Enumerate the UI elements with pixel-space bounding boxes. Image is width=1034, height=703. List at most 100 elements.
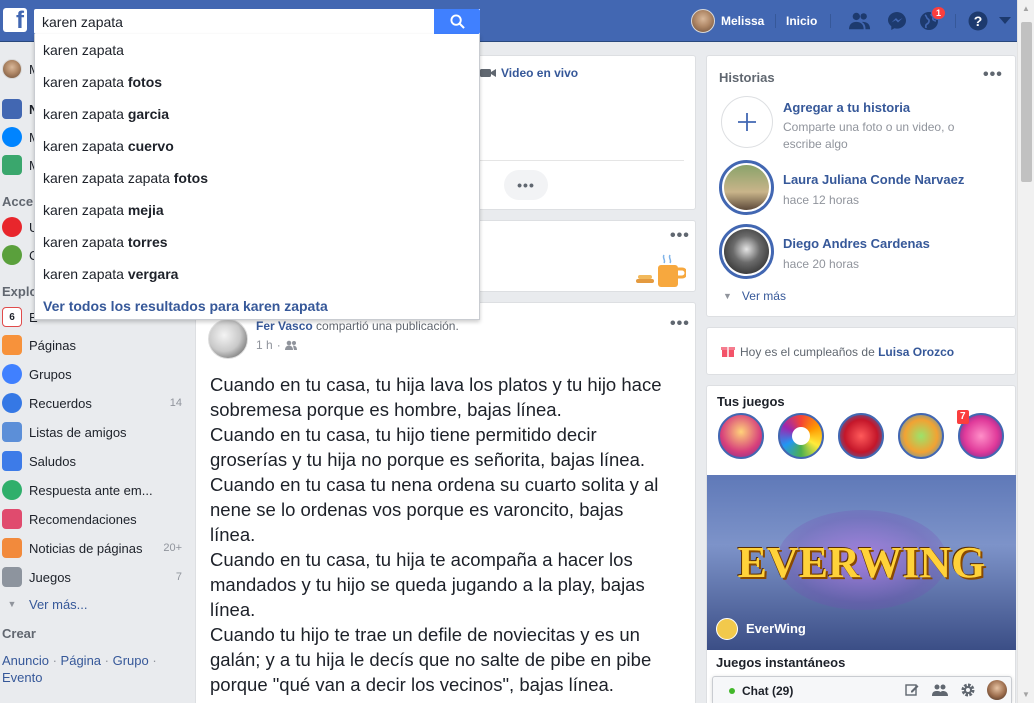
sidebar-item-friend-lists[interactable]: Listas de amigos: [2, 421, 182, 443]
sidebar-item-label: Páginas: [29, 337, 76, 353]
search-suggestion[interactable]: karen zapata mejia: [35, 194, 479, 226]
gear-icon[interactable]: [960, 682, 976, 698]
search-input[interactable]: [34, 9, 480, 34]
avatar: [691, 9, 715, 33]
add-to-story[interactable]: Agregar a tu historia Comparte una foto …: [719, 96, 983, 153]
recommendations-icon: [2, 509, 22, 529]
sidebar-item-label: Saludos: [29, 453, 76, 469]
stories-panel: Historias ••• Agregar a tu historia Comp…: [706, 55, 1016, 317]
compose-new-message-icon[interactable]: [905, 683, 919, 697]
create-event-link[interactable]: Evento: [2, 670, 42, 685]
story-item[interactable]: Diego Andres Cardenas hace 20 horas: [719, 224, 930, 279]
create-links: Anuncio · Página · Grupo · Evento: [2, 653, 157, 685]
sidebar-item-label: Grupos: [29, 366, 72, 382]
birthday-panel: Hoy es el cumpleaños de Luisa Orozco: [706, 327, 1016, 375]
scrollbar-thumb[interactable]: [1021, 22, 1032, 182]
more-dots-icon[interactable]: •••: [983, 66, 1003, 84]
sidebar-item-label: Noticias de páginas: [29, 540, 143, 556]
more-dots-icon[interactable]: •••: [670, 315, 690, 333]
search-suggestion[interactable]: karen zapata fotos: [35, 66, 479, 98]
game-icon[interactable]: [718, 413, 764, 459]
more-options-button[interactable]: •••: [504, 170, 548, 200]
game-icon: [716, 618, 738, 640]
search-suggestion[interactable]: karen zapata cuervo: [35, 130, 479, 162]
chat-bar[interactable]: Chat (29): [712, 676, 1012, 703]
game-icon[interactable]: [898, 413, 944, 459]
sidebar-item-groups[interactable]: Grupos: [2, 363, 182, 385]
more-dots-icon[interactable]: •••: [670, 227, 690, 245]
search-suggestion[interactable]: karen zapata torres: [35, 226, 479, 258]
see-all-results-link[interactable]: Ver todos los resultados para karen zapa…: [35, 290, 479, 322]
notifications-globe-icon[interactable]: 1: [918, 6, 946, 32]
featured-game-banner[interactable]: EVERWING EverWing: [707, 475, 1016, 650]
post-text-line: porque "qué van a decir los vecinos", ba…: [210, 674, 614, 695]
sidebar-item-crisis-response[interactable]: Respuesta ante em...: [2, 479, 182, 501]
sidebar-see-more[interactable]: ▼ Ver más...: [2, 593, 182, 615]
divider: [955, 14, 956, 28]
page-scrollbar[interactable]: ▲ ▼: [1017, 0, 1034, 703]
crisis-response-icon: [2, 480, 22, 500]
help-icon[interactable]: ?: [967, 10, 989, 32]
post-text-line: nene se lo ordenas vos porque es varonci…: [210, 499, 624, 520]
scroll-down-arrow-icon[interactable]: ▼: [1022, 690, 1030, 699]
facebook-logo-icon[interactable]: f: [3, 7, 27, 34]
account-menu-chevron-down-icon[interactable]: [994, 10, 1016, 32]
post-text-line: Cuando en tu casa, tu hija lava los plat…: [210, 374, 662, 395]
search-suggestion[interactable]: karen zapata zapata fotos: [35, 162, 479, 194]
sidebar-item-pages-feed[interactable]: Noticias de páginas 20+: [2, 537, 182, 559]
post-text-line: groserías y tu hija no porque es señorit…: [210, 449, 646, 470]
create-page-link[interactable]: Página: [61, 653, 101, 668]
game-icon[interactable]: [778, 413, 824, 459]
scroll-up-arrow-icon[interactable]: ▲: [1022, 4, 1030, 13]
chat-label: Chat (29): [742, 684, 794, 698]
messenger-icon: [2, 127, 22, 147]
story-item[interactable]: Laura Juliana Conde Narvaez hace 12 hora…: [719, 160, 964, 215]
instant-games-title: Juegos instantáneos: [716, 655, 846, 670]
post-text-line: galán; y a tu hija le decís que no salte…: [210, 649, 652, 670]
sidebar-item-memories[interactable]: Recuerdos 14: [2, 392, 182, 414]
friend-list-icon: [2, 422, 22, 442]
live-video-button[interactable]: Video en vivo: [480, 66, 578, 80]
profile-name: Melissa: [721, 14, 765, 28]
create-group-link[interactable]: Grupo: [113, 653, 149, 668]
birthday-person-link[interactable]: Luisa Orozco: [878, 345, 954, 359]
avatar[interactable]: [208, 319, 248, 359]
avatar[interactable]: [987, 680, 1007, 700]
search-suggestion[interactable]: karen zapata vergara: [35, 258, 479, 290]
sidebar-item-pages[interactable]: Páginas: [2, 334, 182, 356]
home-link[interactable]: Inicio: [786, 14, 817, 28]
search-suggestion[interactable]: karen zapata garcia: [35, 98, 479, 130]
post-timestamp[interactable]: 1 h: [256, 338, 273, 352]
sidebar-item-count: 20+: [163, 542, 182, 554]
story-author: Diego Andres Cardenas: [783, 236, 930, 251]
messenger-icon[interactable]: [886, 10, 908, 32]
create-ad-link[interactable]: Anuncio: [2, 653, 49, 668]
svg-text:?: ?: [974, 13, 983, 29]
post-text-line: Cuando en tu casa, tu hija te acompaña a…: [210, 549, 633, 570]
stories-see-more[interactable]: ▼ Ver más: [723, 289, 786, 303]
chevron-down-icon: ▼: [7, 599, 17, 609]
profile-link[interactable]: Melissa: [691, 9, 764, 33]
feed-post: Fer Vasco compartió una publicación. 1 h…: [195, 302, 696, 703]
stories-title: Historias: [719, 70, 775, 85]
post-text-line: Cuando tu hijo te trae un defile de novi…: [210, 624, 640, 645]
uno-game-icon: [2, 217, 22, 237]
post-text-line: mandados y tu hijo se queda jugando a la…: [210, 574, 645, 595]
friends-audience-icon[interactable]: [284, 340, 297, 350]
more-dots-icon: •••: [517, 177, 535, 193]
search-suggestion[interactable]: karen zapata: [35, 34, 479, 66]
avatar: [2, 59, 22, 79]
friend-requests-icon[interactable]: [849, 10, 871, 32]
create-group-icon[interactable]: [932, 683, 948, 697]
story-time: hace 20 horas: [783, 257, 860, 271]
sidebar-item-pokes[interactable]: Saludos: [2, 450, 182, 472]
post-body-text: Cuando en tu casa, tu hija lava los plat…: [210, 372, 690, 697]
games-title: Tus juegos: [717, 394, 785, 409]
search-button[interactable]: [434, 9, 480, 34]
sidebar-item-games[interactable]: Juegos 7: [2, 566, 182, 588]
see-more-label: Ver más: [741, 289, 786, 303]
marketplace-icon: [2, 155, 22, 175]
game-icon[interactable]: [838, 413, 884, 459]
online-status-dot: [729, 688, 735, 694]
sidebar-item-recommendations[interactable]: Recomendaciones: [2, 508, 182, 530]
